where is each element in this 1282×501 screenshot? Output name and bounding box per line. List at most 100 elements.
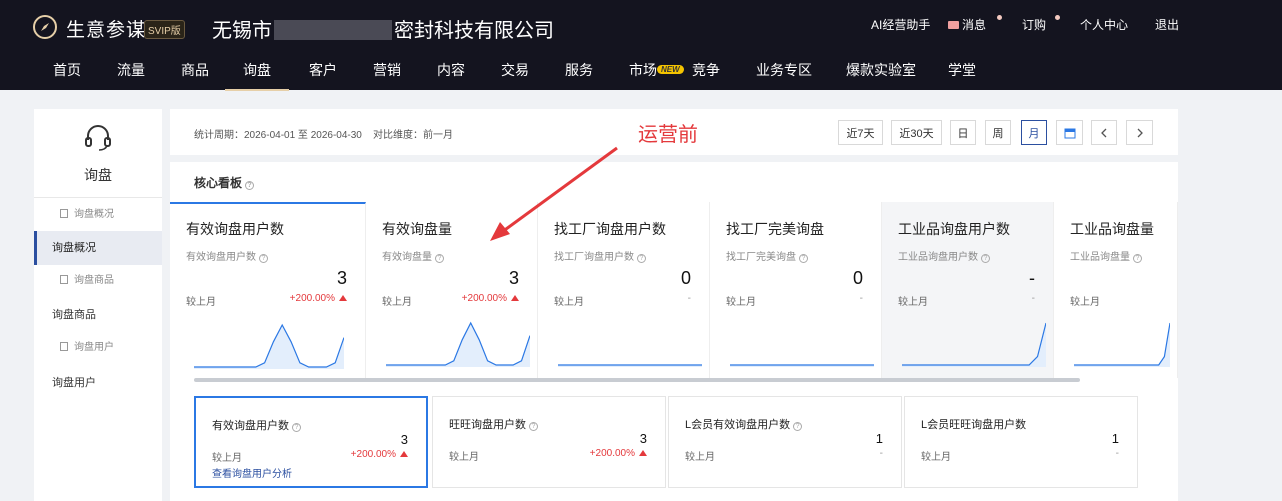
subcard-compare-label: 较上月: [449, 452, 479, 463]
subcard-change: -: [1115, 448, 1119, 459]
core-dashboard-panel: 核心看板? 有效询盘用户数 有效询盘用户数? 3 较上月 +200.00% 有效询盘量 有效…: [170, 162, 1178, 501]
subscribe-link[interactable]: 订购: [1022, 16, 1046, 33]
mail-icon: [948, 21, 959, 29]
document-icon: [60, 275, 68, 284]
svip-badge: SVIP版: [144, 20, 185, 39]
sidebar-item-overview[interactable]: 询盘概况: [34, 231, 162, 265]
sidebar-item-users-sub[interactable]: 询盘用户: [34, 331, 162, 365]
subcard-value: 1: [875, 431, 883, 446]
subcard-value: 1: [1111, 431, 1119, 446]
annotation-label: 运营前: [638, 124, 698, 146]
sidebar-item-products[interactable]: 询盘商品: [34, 298, 162, 332]
headset-icon: [85, 125, 111, 151]
month-button[interactable]: 月: [1021, 120, 1047, 145]
help-icon[interactable]: ?: [637, 254, 646, 263]
top-bar: 生意参谋 SVIP版 无锡市 密封科技有限公司 AI经营助手 消息 订购 个人中心…: [0, 0, 1282, 91]
notification-dot: [997, 15, 1002, 20]
messages-link[interactable]: 消息: [948, 16, 986, 33]
help-icon[interactable]: ?: [793, 422, 803, 431]
prev-button[interactable]: [1091, 120, 1117, 145]
sidebar-item-users[interactable]: 询盘用户: [34, 366, 162, 400]
week-button[interactable]: 周: [985, 120, 1011, 145]
help-icon[interactable]: ?: [1133, 254, 1142, 263]
view-user-analysis-link[interactable]: 查看询盘用户分析: [212, 465, 292, 480]
nav-trade[interactable]: 交易: [501, 60, 529, 80]
card-compare-label: 较上月: [186, 297, 216, 308]
chevron-right-icon: [1137, 128, 1143, 137]
arrow-up-icon: [639, 450, 647, 456]
last-7-days-button[interactable]: 近7天: [838, 120, 883, 145]
calendar-icon: [1064, 128, 1075, 138]
sidebar-item-products-sub[interactable]: 询盘商品: [34, 264, 162, 298]
notification-dot: [1055, 15, 1060, 20]
arrow-up-icon: [511, 295, 519, 301]
card-value: 0: [852, 268, 863, 288]
card-subtitle: 有效询盘用户数?: [186, 248, 268, 263]
metric-card[interactable]: 工业品询盘用户数 工业品询盘用户数? - 较上月 -: [882, 202, 1054, 378]
metric-card[interactable]: 工业品询盘量 工业品询盘量? 较上月: [1054, 202, 1178, 378]
arrow-up-icon: [400, 451, 408, 457]
day-button[interactable]: 日: [950, 120, 976, 145]
card-change: +200.00%: [290, 293, 347, 304]
panel-title: 核心看板?: [194, 174, 255, 191]
sub-metric-card[interactable]: L会员旺旺询盘用户数 1 较上月 -: [904, 396, 1138, 488]
sidebar: 询盘 询盘概况 询盘概况 询盘商品 询盘商品 询盘用户 询盘用户: [34, 109, 162, 501]
nav-lab[interactable]: 爆款实验室: [846, 60, 916, 80]
annotation-arrow: [490, 146, 618, 241]
arrow-up-icon: [339, 295, 347, 301]
nav-service[interactable]: 服务: [565, 60, 593, 80]
period-info: 统计周期：2026-04-01 至 2026-04-30 对比维度：前一月: [194, 130, 453, 141]
help-icon[interactable]: ?: [435, 254, 444, 263]
nav-business-zone[interactable]: 业务专区: [756, 60, 812, 80]
help-icon[interactable]: ?: [981, 254, 990, 263]
card-title: 有效询盘量: [382, 221, 452, 237]
trend-sparkline: [902, 322, 1046, 367]
help-icon[interactable]: ?: [529, 422, 538, 431]
card-subtitle: 工业品询盘用户数?: [898, 248, 990, 263]
metric-card[interactable]: 找工厂完美询盘 找工厂完美询盘? 0 较上月 -: [710, 202, 882, 378]
ai-assistant-link[interactable]: AI经营助手: [871, 16, 930, 33]
sub-metric-card[interactable]: 有效询盘用户数? 3 较上月 +200.00% 查看询盘用户分析: [194, 396, 428, 488]
horizontal-scrollbar[interactable]: [194, 378, 1080, 382]
logout-link[interactable]: 退出: [1155, 16, 1179, 33]
card-value: -: [1029, 268, 1035, 288]
next-button[interactable]: [1126, 120, 1153, 145]
nav-marketing[interactable]: 营销: [373, 60, 401, 80]
help-icon[interactable]: ?: [799, 254, 808, 263]
subcard-change: -: [879, 448, 883, 459]
nav-product[interactable]: 商品: [181, 60, 209, 80]
sidebar-title: 询盘: [84, 167, 112, 183]
nav-market[interactable]: 市场 NEW: [629, 60, 684, 80]
help-icon[interactable]: ?: [292, 423, 301, 432]
nav-competition[interactable]: 竞争: [692, 60, 720, 80]
card-subtitle: 有效询盘量?: [382, 248, 444, 263]
nav-inquiry[interactable]: 询盘: [225, 60, 289, 91]
nav-content[interactable]: 内容: [437, 60, 465, 80]
subcard-value: 3: [400, 432, 408, 447]
subcard-title: 旺旺询盘用户数?: [449, 416, 538, 432]
card-subtitle: 找工厂询盘用户数?: [554, 248, 646, 263]
subcard-change: +200.00%: [590, 448, 647, 459]
nav-school[interactable]: 学堂: [948, 60, 976, 80]
company-name: 无锡市 密封科技有限公司: [212, 20, 554, 42]
user-center-link[interactable]: 个人中心: [1080, 16, 1128, 33]
card-compare-label: 较上月: [726, 297, 756, 308]
nav-traffic[interactable]: 流量: [117, 60, 145, 80]
last-30-days-button[interactable]: 近30天: [891, 120, 942, 145]
sidebar-item-overview-sub[interactable]: 询盘概况: [34, 198, 162, 232]
nav-customer[interactable]: 客户: [309, 60, 337, 80]
help-icon[interactable]: ?: [245, 181, 255, 190]
brand-name[interactable]: 生意参谋: [66, 15, 146, 42]
new-badge: NEW: [657, 65, 684, 74]
subcard-title: L会员有效询盘用户数?: [685, 416, 803, 432]
card-title: 工业品询盘用户数: [898, 221, 1010, 237]
calendar-button[interactable]: [1056, 120, 1083, 145]
card-subtitle: 找工厂完美询盘?: [726, 248, 808, 263]
subcard-change: +200.00%: [351, 449, 408, 460]
card-change: +200.00%: [462, 293, 519, 304]
nav-home[interactable]: 首页: [53, 60, 81, 80]
sub-metric-card[interactable]: L会员有效询盘用户数? 1 较上月 -: [668, 396, 902, 488]
help-icon[interactable]: ?: [259, 254, 268, 263]
sub-metric-card[interactable]: 旺旺询盘用户数? 3 较上月 +200.00%: [432, 396, 666, 488]
metric-card[interactable]: 有效询盘用户数 有效询盘用户数? 3 较上月 +200.00%: [170, 202, 366, 378]
